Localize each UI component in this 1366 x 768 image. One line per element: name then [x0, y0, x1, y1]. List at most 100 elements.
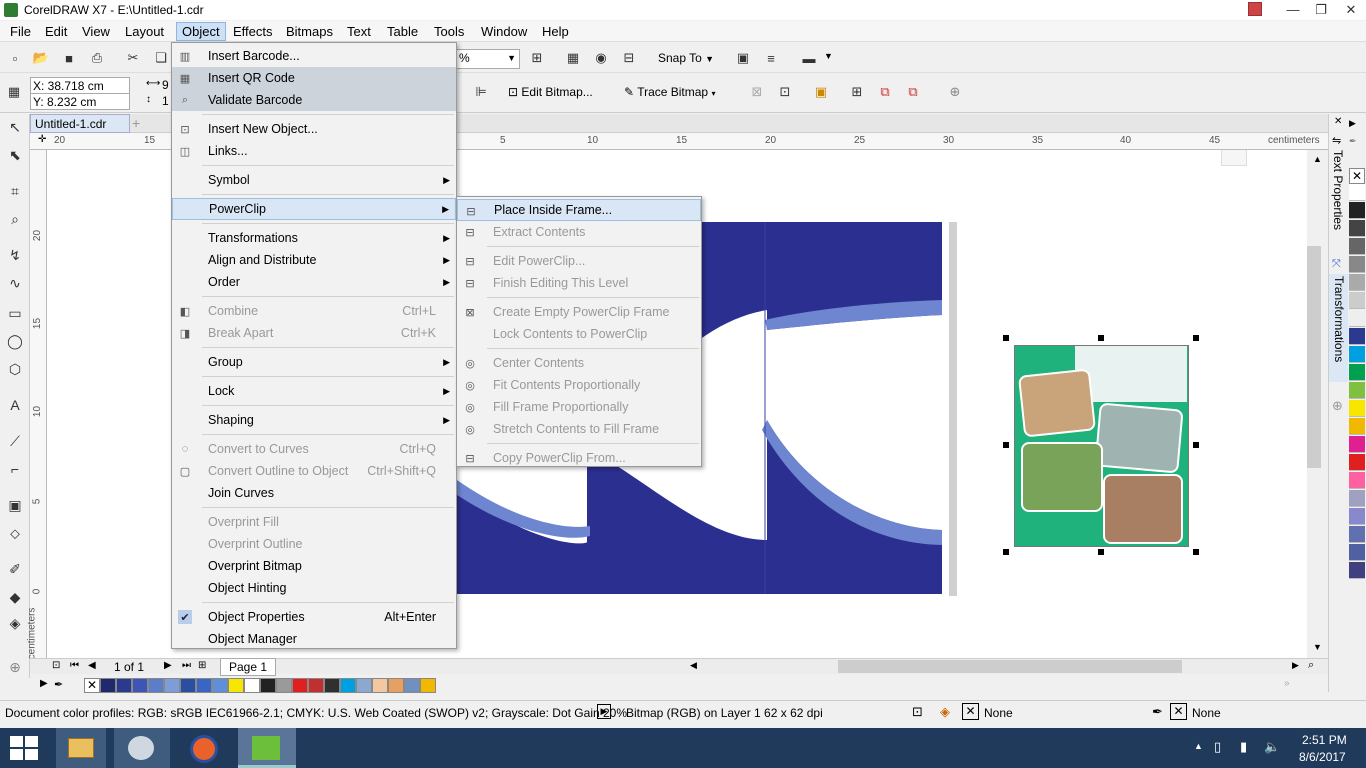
menu-item-fit-contents-proportionally[interactable]: ◎ Fit Contents Proportionally: [457, 374, 701, 396]
volume-icon[interactable]: 🔈: [1264, 739, 1280, 755]
tab-page-1[interactable]: Page 1: [220, 658, 277, 676]
color-swatch[interactable]: [1349, 310, 1365, 327]
color-swatch[interactable]: [100, 678, 116, 693]
color-swatch[interactable]: [1349, 202, 1365, 219]
options-icon[interactable]: ▣: [734, 49, 752, 67]
color-swatch[interactable]: [1349, 562, 1365, 579]
firefox-icon[interactable]: [178, 728, 232, 768]
menu-item-insert-new-object[interactable]: ⊡ Insert New Object...: [172, 118, 456, 140]
color-swatch[interactable]: [212, 678, 228, 693]
zoom-level-select[interactable]: % ▼: [456, 49, 520, 69]
crop-tool-icon[interactable]: ⌗: [6, 182, 24, 200]
scroll-down-icon[interactable]: ▼: [1313, 642, 1322, 652]
palette-arrow-icon[interactable]: ▶: [1349, 118, 1356, 129]
show-hidden-icons[interactable]: ▲: [1194, 741, 1203, 751]
color-swatch[interactable]: [276, 678, 292, 693]
palette-eyedropper-icon[interactable]: ✒: [54, 678, 63, 691]
menu-object[interactable]: Object: [176, 22, 226, 41]
color-swatch[interactable]: [1349, 256, 1365, 273]
color-swatch[interactable]: [1349, 238, 1365, 255]
freehand-tool-icon[interactable]: ↯: [6, 246, 24, 264]
color-swatch[interactable]: [1349, 454, 1365, 471]
menu-item-object-hinting[interactable]: Object Hinting: [172, 577, 456, 599]
interactive-fill-icon[interactable]: ◆: [6, 588, 24, 606]
text-tool-icon[interactable]: A: [6, 396, 24, 414]
color-swatch[interactable]: [340, 678, 356, 693]
menu-item-stretch-contents-to-fill-frame[interactable]: ◎ Stretch Contents to Fill Frame: [457, 418, 701, 440]
palette-menu-icon[interactable]: ▶: [40, 678, 48, 689]
scroll-up-icon[interactable]: ▲: [1313, 154, 1322, 164]
width-field[interactable]: 9: [162, 78, 169, 92]
pick-tool-icon[interactable]: ↖: [6, 118, 24, 136]
edit-bitmap-button[interactable]: ⊡ Edit Bitmap...: [508, 85, 593, 99]
menu-item-center-contents[interactable]: ◎ Center Contents: [457, 352, 701, 374]
color-swatch[interactable]: [324, 678, 340, 693]
menu-help[interactable]: Help: [542, 24, 569, 39]
to-back-icon[interactable]: ⧉: [904, 83, 922, 101]
menu-window[interactable]: Window: [481, 24, 527, 39]
launcher-chevron-down-icon[interactable]: ▼: [824, 51, 833, 61]
none-color-swatch[interactable]: ✕: [1349, 168, 1365, 184]
tab-transformations[interactable]: Transformations: [1329, 274, 1348, 382]
color-swatch[interactable]: [1349, 328, 1365, 345]
color-swatch[interactable]: [1349, 364, 1365, 381]
color-swatch[interactable]: [1349, 346, 1365, 363]
ellipse-tool-icon[interactable]: ◯: [6, 332, 24, 350]
menu-item-overprint-bitmap[interactable]: Overprint Bitmap: [172, 555, 456, 577]
snap-to-dropdown[interactable]: Snap To ▼: [658, 51, 714, 65]
prev-page-icon[interactable]: ◀: [88, 660, 96, 671]
network-icon[interactable]: ▮: [1240, 739, 1247, 755]
color-swatch[interactable]: [1349, 184, 1365, 201]
next-page-icon[interactable]: ▶: [164, 660, 172, 671]
height-field[interactable]: 1: [162, 94, 169, 108]
menu-item-shaping[interactable]: Shaping ▶: [172, 409, 456, 431]
color-swatch[interactable]: [1349, 490, 1365, 507]
rectangle-tool-icon[interactable]: ▭: [6, 304, 24, 322]
menu-item-join-curves[interactable]: Join Curves: [172, 482, 456, 504]
color-swatch[interactable]: [372, 678, 388, 693]
color-swatch[interactable]: [1349, 220, 1365, 237]
page-options-icon[interactable]: ⊡: [52, 660, 60, 671]
menu-item-object-manager[interactable]: Object Manager: [172, 628, 456, 650]
menu-view[interactable]: View: [82, 24, 110, 39]
application-launcher-icon[interactable]: ▬: [800, 49, 818, 67]
color-swatch[interactable]: [1349, 472, 1365, 489]
color-swatch[interactable]: [228, 678, 244, 693]
add-docker-icon[interactable]: ⊕: [1332, 398, 1343, 414]
scroll-right-icon[interactable]: ▶: [1292, 660, 1299, 671]
new-tab-icon[interactable]: +: [132, 115, 140, 131]
dimension-tool-icon[interactable]: ⟋: [6, 432, 24, 450]
color-swatch[interactable]: [1349, 508, 1365, 525]
wrap-text-icon[interactable]: ⊞: [848, 83, 866, 101]
open-icon[interactable]: 📂: [32, 49, 50, 67]
horizontal-scroll-thumb[interactable]: [838, 660, 1182, 673]
menu-item-fill-frame-proportionally[interactable]: ◎ Fill Frame Proportionally: [457, 396, 701, 418]
menu-item-break-apart[interactable]: ◨ Break Apart Ctrl+K: [172, 322, 456, 344]
no-color-swatch[interactable]: ✕: [84, 678, 100, 693]
color-swatch[interactable]: [132, 678, 148, 693]
color-swatch[interactable]: [260, 678, 276, 693]
color-swatch[interactable]: [356, 678, 372, 693]
menu-text[interactable]: Text: [347, 24, 371, 39]
shape-tool-icon[interactable]: ⬉: [6, 146, 24, 164]
color-swatch[interactable]: [420, 678, 436, 693]
color-swatch[interactable]: [164, 678, 180, 693]
color-swatch[interactable]: [1349, 274, 1365, 291]
coreldraw-taskbar-icon[interactable]: [238, 728, 296, 768]
selection-handle[interactable]: [1193, 335, 1199, 341]
polygon-tool-icon[interactable]: ⬡: [6, 360, 24, 378]
menu-item-symbol[interactable]: Symbol ▶: [172, 169, 456, 191]
transparency-icon[interactable]: ⬦: [6, 524, 24, 542]
menu-item-overprint-fill[interactable]: Overprint Fill: [172, 511, 456, 533]
clock-time[interactable]: 2:51 PM: [1302, 733, 1347, 747]
file-explorer-icon[interactable]: [56, 728, 106, 768]
y-position-field[interactable]: Y: 8.232 cm: [30, 93, 130, 110]
menu-item-insert-qr-code[interactable]: ▦ Insert QR Code: [172, 67, 456, 89]
x-position-field[interactable]: X: 38.718 cm: [30, 77, 130, 94]
color-swatch[interactable]: [116, 678, 132, 693]
selection-handle[interactable]: [1193, 549, 1199, 555]
menu-effects[interactable]: Effects: [233, 24, 273, 39]
color-swatch[interactable]: [404, 678, 420, 693]
ruler-origin-icon[interactable]: ✛: [38, 134, 46, 145]
color-swatch[interactable]: [244, 678, 260, 693]
